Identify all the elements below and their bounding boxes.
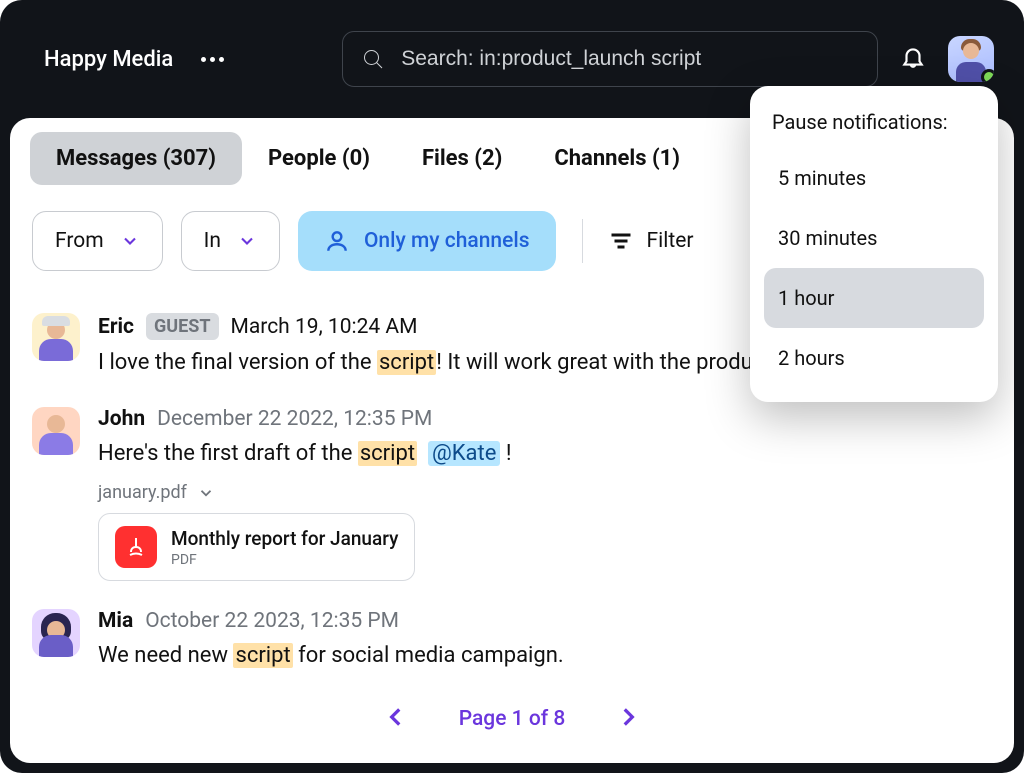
message-item[interactable]: Mia October 22 2023, 12:35 PM We need ne… xyxy=(32,599,992,690)
filter-from[interactable]: From xyxy=(32,211,163,271)
search-highlight: script xyxy=(358,441,417,466)
next-page-button[interactable] xyxy=(615,704,641,734)
only-my-channels-toggle[interactable]: Only my channels xyxy=(298,211,556,271)
user-avatar[interactable] xyxy=(948,36,994,82)
message-text: I love the final version of the script! … xyxy=(98,346,764,379)
filter-icon xyxy=(609,229,633,253)
tab-people[interactable]: People (0) xyxy=(242,132,396,185)
message-item[interactable]: John December 22 2022, 12:35 PM Here's t… xyxy=(32,397,992,599)
attachment-toggle[interactable]: january.pdf xyxy=(98,482,512,503)
bell-icon xyxy=(900,44,926,70)
author-name: Eric xyxy=(98,315,134,339)
workspace-name[interactable]: Happy Media xyxy=(44,47,173,72)
workspace-more-icon[interactable] xyxy=(201,57,224,62)
filter-button[interactable]: Filter xyxy=(609,229,694,253)
file-title: Monthly report for January xyxy=(171,527,398,550)
pause-notifications-popover: Pause notifications: 5 minutes 30 minute… xyxy=(750,86,998,402)
only-my-channels-label: Only my channels xyxy=(364,229,530,253)
app-frame: Happy Media Messages (307) People (0) Fi… xyxy=(0,0,1024,773)
person-icon xyxy=(324,228,350,254)
filter-label: Filter xyxy=(647,229,694,253)
pause-option-5m[interactable]: 5 minutes xyxy=(764,148,984,208)
avatar xyxy=(32,609,80,657)
message-body: Mia October 22 2023, 12:35 PM We need ne… xyxy=(98,609,564,672)
pause-option-2h[interactable]: 2 hours xyxy=(764,328,984,388)
file-meta: Monthly report for January PDF xyxy=(171,527,398,568)
author-name: Mia xyxy=(98,609,133,633)
chevron-down-icon xyxy=(120,231,140,251)
presence-indicator xyxy=(981,69,994,82)
pager: Page 1 of 8 xyxy=(10,690,1014,744)
file-attachment[interactable]: Monthly report for January PDF xyxy=(98,513,415,581)
chevron-right-icon xyxy=(615,704,641,730)
guest-badge: GUEST xyxy=(146,313,219,340)
search-field[interactable] xyxy=(342,31,878,87)
tab-channels[interactable]: Channels (1) xyxy=(528,132,706,185)
filter-in[interactable]: In xyxy=(181,211,280,271)
chevron-left-icon xyxy=(383,704,409,730)
pause-option-1h[interactable]: 1 hour xyxy=(764,268,984,328)
avatar xyxy=(32,407,80,455)
message-date: March 19, 10:24 AM xyxy=(231,315,418,339)
author-name: John xyxy=(98,407,145,431)
divider xyxy=(582,219,583,263)
chevron-down-icon xyxy=(237,231,257,251)
tab-files[interactable]: Files (2) xyxy=(396,132,528,185)
file-type: PDF xyxy=(171,552,398,568)
filter-from-label: From xyxy=(55,229,104,253)
message-body: John December 22 2022, 12:35 PM Here's t… xyxy=(98,407,512,581)
prev-page-button[interactable] xyxy=(383,704,409,734)
message-body: Eric GUEST March 19, 10:24 AM I love the… xyxy=(98,313,764,379)
message-date: October 22 2023, 12:35 PM xyxy=(145,609,399,633)
message-text: Here's the first draft of the script @Ka… xyxy=(98,437,512,470)
search-highlight: script xyxy=(233,643,292,668)
search-input[interactable] xyxy=(401,47,859,71)
message-text: We need new script for social media camp… xyxy=(98,639,564,672)
search-highlight: script xyxy=(377,350,436,375)
search-icon xyxy=(361,47,385,71)
attachment-filename: january.pdf xyxy=(98,482,187,503)
mention[interactable]: @Kate xyxy=(428,441,500,466)
popover-title: Pause notifications: xyxy=(764,106,984,148)
pause-option-30m[interactable]: 30 minutes xyxy=(764,208,984,268)
pdf-icon xyxy=(115,526,157,568)
chevron-down-icon xyxy=(197,484,215,502)
tab-messages[interactable]: Messages (307) xyxy=(30,132,242,185)
filter-in-label: In xyxy=(204,229,221,253)
message-date: December 22 2022, 12:35 PM xyxy=(157,407,432,431)
pager-label: Page 1 of 8 xyxy=(459,707,566,731)
notifications-button[interactable] xyxy=(900,44,926,74)
avatar xyxy=(32,313,80,361)
topbar-right xyxy=(900,36,994,82)
